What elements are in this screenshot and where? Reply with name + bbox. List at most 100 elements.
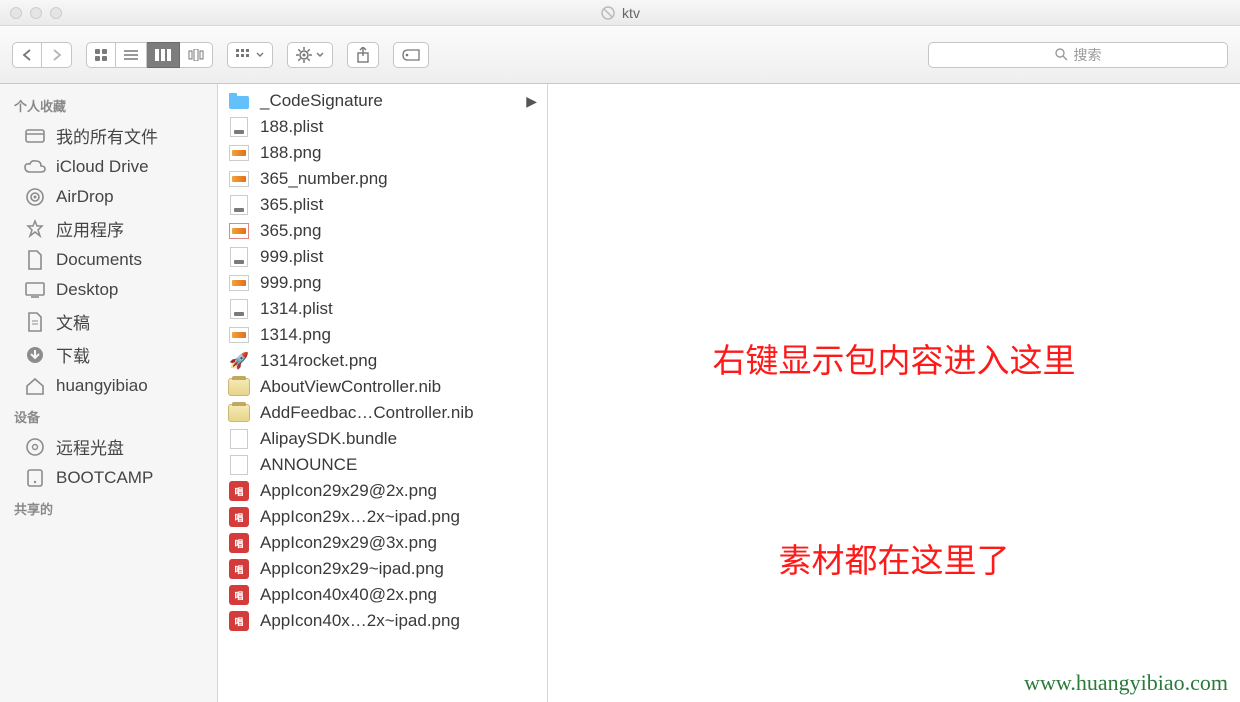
sidebar-item[interactable]: BOOTCAMP [0, 463, 217, 493]
sidebar-item-label: Desktop [56, 280, 118, 300]
file-row[interactable]: 🚀 1314rocket.png [218, 348, 547, 374]
minimize-window-button[interactable] [30, 7, 42, 19]
file-row[interactable]: 365.plist [218, 192, 547, 218]
sidebar-item[interactable]: 远程光盘 [0, 430, 217, 463]
search-icon [1055, 48, 1068, 61]
title-icon [600, 5, 616, 21]
preview-pane: 右键显示包内容进入这里 素材都在这里了 www.huangyibiao.com [548, 84, 1240, 702]
sidebar-item-label: 远程光盘 [56, 434, 124, 459]
png-red-icon: 唱 [228, 506, 250, 528]
close-window-button[interactable] [10, 7, 22, 19]
column-view-button[interactable] [147, 42, 180, 68]
chevron-left-icon [22, 49, 32, 61]
window-title: ktv [600, 5, 640, 21]
sidebar-item[interactable]: huangyibiao [0, 371, 217, 401]
file-name: 1314rocket.png [260, 351, 377, 371]
file-row[interactable]: 188.plist [218, 114, 547, 140]
png-icon [228, 272, 250, 294]
file-name: AppIcon40x40@2x.png [260, 585, 437, 605]
sidebar-item[interactable]: 文稿 [0, 305, 217, 338]
file-row[interactable]: 1314.png [218, 322, 547, 348]
file-name: AppIcon29x29@2x.png [260, 481, 437, 501]
grid-icon [95, 49, 107, 61]
file-name: 188.png [260, 143, 321, 163]
file-row[interactable]: 唱 AppIcon29x29~ipad.png [218, 556, 547, 582]
list-view-button[interactable] [116, 42, 147, 68]
file-row[interactable]: 唱AppIcon40x…2x~ipad.png [218, 608, 547, 634]
file-row[interactable]: 唱AppIcon40x40@2x.png [218, 582, 547, 608]
rocket-icon: 🚀 [228, 350, 250, 372]
file-row[interactable]: 唱AppIcon29x29@3x.png [218, 530, 547, 556]
coverflow-icon [188, 49, 204, 61]
png-red-icon: 唱 [228, 558, 250, 580]
file-name: 188.plist [260, 117, 323, 137]
file-name: AppIcon29x29@3x.png [260, 533, 437, 553]
sidebar-item-label: Documents [56, 250, 142, 270]
file-name: AppIcon29x…2x~ipad.png [260, 507, 460, 527]
chevron-down-icon [256, 52, 264, 58]
file-row[interactable]: 1314.plist [218, 296, 547, 322]
nav-group [12, 42, 72, 68]
disc-icon [24, 436, 46, 458]
zoom-window-button[interactable] [50, 7, 62, 19]
file-row[interactable]: ANNOUNCE [218, 452, 547, 478]
icon-view-button[interactable] [86, 42, 116, 68]
sidebar-item[interactable]: 应用程序 [0, 212, 217, 245]
sidebar-item-label: iCloud Drive [56, 157, 149, 177]
sidebar-item[interactable]: Desktop [0, 275, 217, 305]
back-button[interactable] [12, 42, 42, 68]
sidebar-section-header: 个人收藏 [0, 90, 217, 119]
folder-icon [228, 90, 250, 112]
sidebar-item[interactable]: iCloud Drive [0, 152, 217, 182]
tag-icon [402, 48, 420, 62]
file-row[interactable]: 999.plist [218, 244, 547, 270]
docs-icon [24, 311, 46, 333]
tags-button[interactable] [393, 42, 429, 68]
toolbar: 搜索 [0, 26, 1240, 84]
file-row[interactable]: 365.png [218, 218, 547, 244]
search-placeholder: 搜索 [1074, 45, 1102, 65]
plist-icon [228, 246, 250, 268]
search-input[interactable]: 搜索 [928, 42, 1228, 68]
sidebar-item[interactable]: Documents [0, 245, 217, 275]
file-column[interactable]: _CodeSignature ▶ 188.plist 188.png 365_numbe… [218, 84, 548, 702]
file-row[interactable]: 188.png [218, 140, 547, 166]
action-button[interactable] [287, 42, 333, 68]
file-row[interactable]: 唱 AppIcon29x…2x~ipad.png [218, 504, 547, 530]
sidebar-item[interactable]: AirDrop [0, 182, 217, 212]
file-name: 1314.plist [260, 299, 333, 319]
chevron-right-icon: ▶ [526, 93, 537, 110]
png-icon [228, 168, 250, 190]
share-button[interactable] [347, 42, 379, 68]
file-row[interactable]: _CodeSignature ▶ [218, 88, 547, 114]
file-row[interactable]: AddFeedbac…Controller.nib [218, 400, 547, 426]
plist-icon [228, 298, 250, 320]
sidebar: 个人收藏我的所有文件 iCloud Drive AirDrop 应用程序 Documen… [0, 84, 218, 702]
chevron-down-icon [316, 52, 324, 58]
file-name: _CodeSignature [260, 91, 383, 111]
sidebar-item-label: BOOTCAMP [56, 468, 153, 488]
sidebar-item[interactable]: 我的所有文件 [0, 119, 217, 152]
sidebar-section-header: 共享的 [0, 493, 217, 522]
file-name: AlipaySDK.bundle [260, 429, 397, 449]
view-group [86, 42, 213, 68]
arrange-icon [236, 49, 252, 61]
file-name: 1314.png [260, 325, 331, 345]
file-row[interactable]: 999.png [218, 270, 547, 296]
file-row[interactable]: AboutViewController.nib [218, 374, 547, 400]
sidebar-item[interactable]: 下载 [0, 338, 217, 371]
file-row[interactable]: 365_number.png [218, 166, 547, 192]
coverflow-view-button[interactable] [180, 42, 213, 68]
arrange-button[interactable] [227, 42, 273, 68]
forward-button[interactable] [42, 42, 72, 68]
annotation-2: 素材都在这里了 [779, 534, 1010, 582]
file-row[interactable]: AlipaySDK.bundle [218, 426, 547, 452]
file-name: AppIcon29x29~ipad.png [260, 559, 444, 579]
file-row[interactable]: 唱AppIcon29x29@2x.png [218, 478, 547, 504]
airdrop-icon [24, 186, 46, 208]
main-content: 个人收藏我的所有文件 iCloud Drive AirDrop 应用程序 Documen… [0, 84, 1240, 702]
plist-icon [228, 116, 250, 138]
doc-icon [228, 428, 250, 450]
sidebar-item-label: 应用程序 [56, 216, 124, 241]
file-name: ANNOUNCE [260, 455, 357, 475]
